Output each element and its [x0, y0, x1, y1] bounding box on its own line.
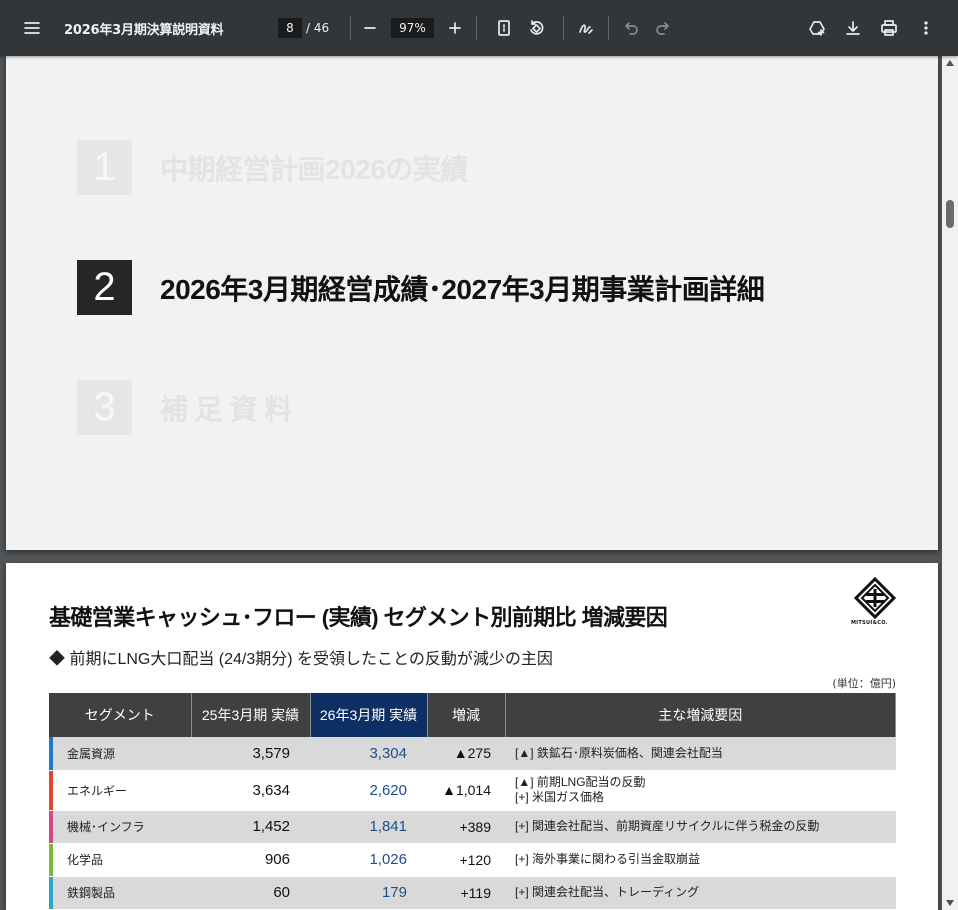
download-icon[interactable]	[837, 12, 869, 44]
reason-cell: [+] 海外事業に関わる引当金取崩益	[505, 843, 896, 877]
segment-color-bar	[49, 843, 53, 876]
change-value: ▲1,014	[427, 770, 505, 811]
section-item-3: 3 補 足 資 料	[77, 380, 292, 435]
toolbar-divider	[476, 16, 477, 40]
zoom-level-input[interactable]: 97%	[391, 18, 434, 38]
section-item-2: 2 2026年3月期経営成績･2027年3月期事業計画詳細	[77, 260, 765, 315]
table-header-row: セグメント 25年3月期 実績 26年3月期 実績 増減 主な増減要因	[49, 693, 896, 737]
change-value: +120	[427, 843, 505, 877]
header-reason: 主な増減要因	[505, 693, 896, 737]
header-segment: セグメント	[49, 693, 192, 737]
zoom-out-icon[interactable]	[354, 12, 386, 44]
current-value: 179	[310, 876, 427, 910]
fit-page-icon[interactable]	[488, 12, 520, 44]
reason-cell: [▲] 鉄鉱石･原料炭価格、関連会社配当	[505, 737, 896, 771]
segment-name: エネルギー	[67, 783, 128, 798]
segment-cell: 機械･インフラ	[49, 810, 191, 844]
slide-title: 基礎営業キャッシュ･フロー (実績) セグメント別前期比 増減要因	[49, 605, 668, 630]
section-number: 2	[77, 260, 132, 315]
section-title: 2026年3月期経営成績･2027年3月期事業計画詳細	[160, 273, 765, 305]
table-row: 鉄鋼製品 60 179 +119 [+] 関連会社配当、トレーディング	[49, 876, 896, 910]
reason-line: [+] 海外事業に関わる引当金取崩益	[515, 852, 701, 866]
current-value: 2,620	[310, 770, 427, 811]
header-current-year: 26年3月期 実績	[310, 693, 428, 737]
section-number: 3	[77, 380, 132, 435]
prev-value: 60	[191, 876, 310, 910]
segment-name: 機械･インフラ	[67, 820, 145, 834]
pdf-page-divider: 1 中期経営計画2026の実績 2 2026年3月期経営成績･2027年3月期事…	[6, 56, 938, 550]
zoom-in-icon[interactable]	[439, 12, 471, 44]
menu-icon[interactable]	[16, 12, 48, 44]
segment-cell: 鉄鋼製品	[49, 876, 191, 910]
scrollbar-thumb[interactable]	[946, 200, 954, 228]
prev-value: 3,579	[191, 737, 310, 771]
toolbar-divider	[350, 16, 351, 40]
undo-icon[interactable]	[615, 12, 647, 44]
print-icon[interactable]	[873, 12, 905, 44]
document-title: 2026年3月期決算説明資料	[64, 23, 224, 38]
change-value: +389	[427, 810, 505, 844]
segment-cell: 金属資源	[49, 737, 191, 771]
change-value: +119	[427, 876, 505, 910]
page-number-input[interactable]: 8	[278, 18, 302, 38]
header-prev-year: 25年3月期 実績	[191, 693, 311, 737]
pdf-toolbar: 2026年3月期決算説明資料 8 / 46 97%	[0, 0, 958, 56]
unit-label: (単位：億円)	[832, 677, 896, 690]
current-value: 3,304	[310, 737, 427, 771]
toolbar-divider	[608, 16, 609, 40]
annotate-pen-icon[interactable]	[570, 12, 602, 44]
prev-value: 1,452	[191, 810, 310, 844]
prev-value: 906	[191, 843, 310, 877]
save-to-drive-icon[interactable]	[801, 12, 833, 44]
table-row: 金属資源 3,579 3,304 ▲275 [▲] 鉄鉱石･原料炭価格、関連会社…	[49, 737, 896, 771]
header-change: 増減	[427, 693, 506, 737]
change-value: ▲275	[427, 737, 505, 771]
segment-name: 化学品	[67, 853, 104, 867]
segment-color-bar	[49, 737, 53, 770]
segment-cell: 化学品	[49, 843, 191, 877]
reason-line: [+] 米国ガス価格	[515, 790, 605, 804]
logo-text: MITSUI&CO.	[851, 620, 888, 626]
current-value: 1,026	[310, 843, 427, 877]
segment-name: 金属資源	[67, 746, 116, 761]
table-row: 機械･インフラ 1,452 1,841 +389 [+] 関連会社配当、前期資産…	[49, 810, 896, 844]
current-value: 1,841	[310, 810, 427, 844]
segment-name: 鉄鋼製品	[67, 886, 116, 900]
segment-color-bar	[49, 876, 53, 909]
segment-color-bar	[49, 770, 53, 810]
toolbar-divider	[563, 16, 564, 40]
reason-line: [▲] 前期LNG配当の反動	[515, 775, 646, 789]
section-item-1: 1 中期経営計画2026の実績	[77, 140, 468, 195]
table-row: エネルギー 3,634 2,620 ▲1,014 [▲] 前期LNG配当の反動 …	[49, 770, 896, 811]
table-row: 化学品 906 1,026 +120 [+] 海外事業に関わる引当金取崩益	[49, 843, 896, 877]
segment-color-bar	[49, 810, 53, 843]
more-options-icon[interactable]	[910, 12, 942, 44]
reason-cell: [+] 関連会社配当、トレーディング	[505, 876, 896, 910]
rotate-icon[interactable]	[520, 12, 552, 44]
pdf-page-cashflow: MITSUI&CO. 基礎営業キャッシュ･フロー (実績) セグメント別前期比 …	[6, 563, 938, 910]
scroll-down-arrow-icon[interactable]	[946, 900, 954, 906]
segment-cell: エネルギー	[49, 770, 191, 811]
slide-subtitle: ◆ 前期にLNG大口配当 (24/3期分) を受領したことの反動が減少の主因	[49, 651, 553, 668]
section-number: 1	[77, 140, 132, 195]
section-title: 補 足 資 料	[160, 393, 292, 425]
reason-line: [+] 関連会社配当、トレーディング	[515, 885, 700, 899]
reason-line: [▲] 鉄鉱石･原料炭価格、関連会社配当	[515, 745, 723, 760]
reason-cell: [▲] 前期LNG配当の反動 [+] 米国ガス価格	[505, 770, 896, 811]
reason-line: [+] 関連会社配当、前期資産リサイクルに伴う税金の反動	[515, 819, 820, 833]
reason-cell: [+] 関連会社配当、前期資産リサイクルに伴う税金の反動	[505, 810, 896, 844]
redo-icon[interactable]	[647, 12, 679, 44]
scroll-up-arrow-icon[interactable]	[946, 60, 954, 66]
vertical-scrollbar[interactable]	[942, 56, 958, 910]
page-total: / 46	[306, 21, 330, 35]
segment-table: セグメント 25年3月期 実績 26年3月期 実績 増減 主な増減要因 金属資源…	[49, 693, 896, 910]
section-title: 中期経営計画2026の実績	[160, 153, 468, 185]
prev-value: 3,634	[191, 770, 310, 811]
